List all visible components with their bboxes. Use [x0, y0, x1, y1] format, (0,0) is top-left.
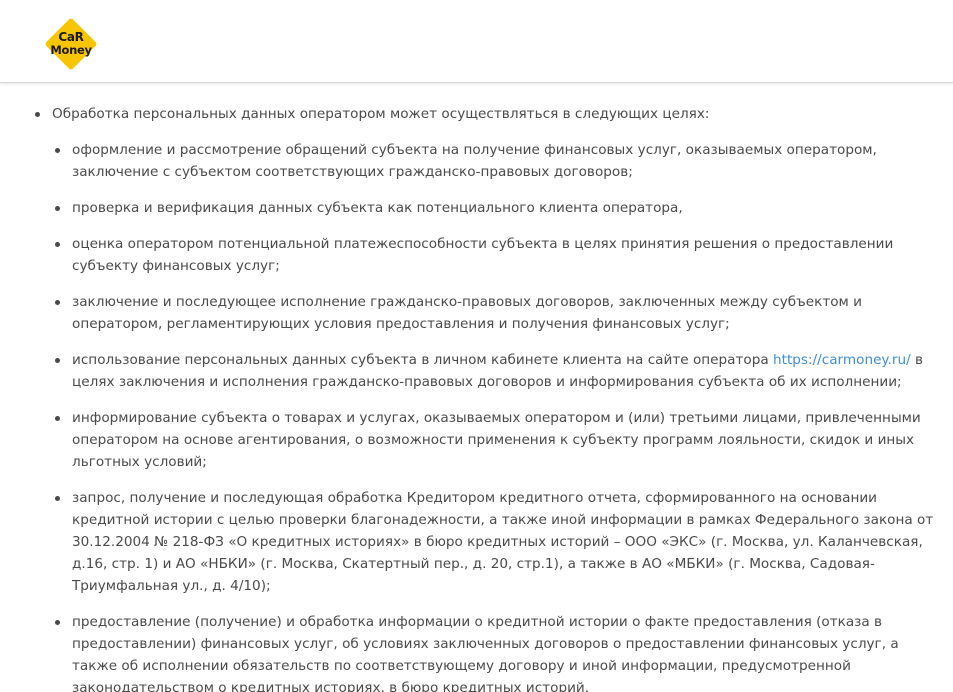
list-item-text: проверка и верификация данных субъекта к… [72, 200, 683, 216]
list-item: информирование субъекта о товарах и услу… [54, 407, 940, 473]
purposes-list: Обработка персональных данных оператором… [34, 103, 944, 692]
list-item: предоставление (получение) и обработка и… [54, 611, 940, 692]
logo-line-2: Money [50, 42, 92, 57]
bullet-icon [55, 300, 60, 305]
logo-wordmark: CaR Money [38, 11, 104, 77]
list-item: оформление и рассмотрение обращений субъ… [54, 139, 940, 183]
bullet-icon [35, 112, 40, 117]
bullet-icon [55, 358, 60, 363]
section-intro: Обработка персональных данных оператором… [52, 106, 710, 122]
list-item-text: заключение и последующее исполнение граж… [72, 294, 862, 332]
list-item-text: запрос, получение и последующая обработк… [72, 490, 934, 594]
list-item-text: предоставление (получение) и обработка и… [72, 614, 899, 692]
bullet-icon [55, 148, 60, 153]
purposes-section: Обработка персональных данных оператором… [34, 103, 944, 692]
list-item-text: оформление и рассмотрение обращений субъ… [72, 142, 877, 180]
list-item-text-before: использование персональных данных субъек… [72, 352, 769, 368]
list-item: запрос, получение и последующая обработк… [54, 487, 940, 597]
list-item: оценка оператором потенциальной платежес… [54, 233, 940, 277]
site-header: CaR Money [0, 0, 953, 83]
bullet-icon [55, 242, 60, 247]
list-item: использование персональных данных субъек… [54, 349, 940, 393]
bullet-icon [55, 620, 60, 625]
bullet-icon [55, 416, 60, 421]
list-item-text: информирование субъекта о товарах и услу… [72, 410, 921, 470]
bullet-icon [55, 206, 60, 211]
logo-line-1: CaR [58, 29, 84, 44]
purposes-sublist: оформление и рассмотрение обращений субъ… [54, 139, 940, 692]
list-item: проверка и верификация данных субъекта к… [54, 197, 940, 219]
list-item: заключение и последующее исполнение граж… [54, 291, 940, 335]
carmoney-site-link[interactable]: https://carmoney.ru/ [773, 352, 911, 368]
list-item-text: оценка оператором потенциальной платежес… [72, 236, 894, 274]
bullet-icon [55, 496, 60, 501]
policy-content: Обработка персональных данных оператором… [0, 83, 953, 692]
carmoney-logo[interactable]: CaR Money [38, 11, 104, 77]
